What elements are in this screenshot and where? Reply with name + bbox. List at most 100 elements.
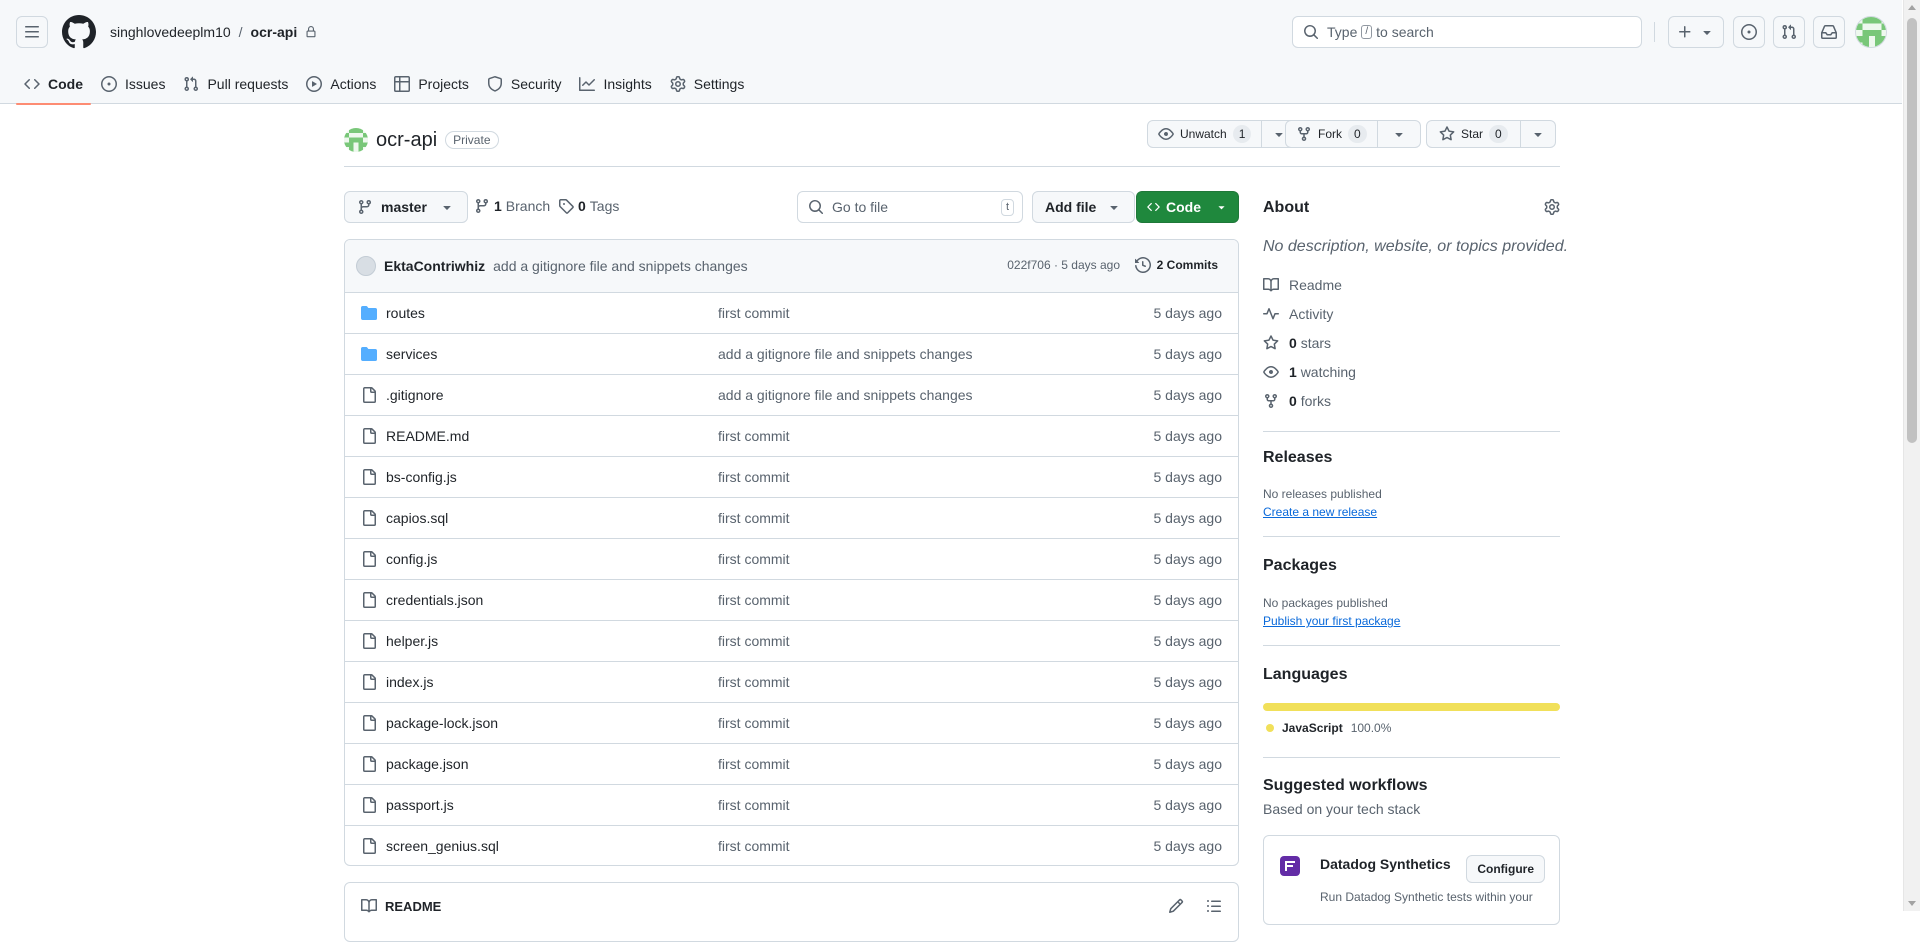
file-row[interactable]: package.json first commit 5 days ago <box>345 744 1238 785</box>
file-commit-message[interactable]: add a gitignore file and snippets change… <box>718 387 973 403</box>
hamburger-button[interactable] <box>16 16 48 48</box>
configure-button[interactable]: Configure <box>1466 855 1545 883</box>
file-row[interactable]: screen_genius.sql first commit 5 days ago <box>345 826 1238 865</box>
owner-link[interactable]: singhlovedeeplm10 <box>110 24 231 40</box>
repo-title[interactable]: ocr-api <box>376 129 437 152</box>
branches-link[interactable]: 1 Branch <box>474 198 550 214</box>
file-name[interactable]: screen_genius.sql <box>386 838 499 854</box>
file-name[interactable]: credentials.json <box>386 592 483 608</box>
file-name[interactable]: bs-config.js <box>386 469 457 485</box>
star-count: 0 <box>1489 125 1508 143</box>
file-commit-message[interactable]: first commit <box>718 838 790 854</box>
unwatch-button[interactable]: Unwatch 1 <box>1147 120 1263 148</box>
gear-icon[interactable] <box>1544 199 1560 215</box>
file-row[interactable]: routes first commit 5 days ago <box>345 293 1238 334</box>
file-name[interactable]: README.md <box>386 428 469 444</box>
tab-code[interactable]: Code <box>16 64 91 105</box>
file-name[interactable]: capios.sql <box>386 510 448 526</box>
releases-title[interactable]: Releases <box>1263 449 1332 467</box>
commit-sha-time[interactable]: 022f706 · 5 days ago <box>1007 258 1120 272</box>
tab-insights[interactable]: Insights <box>571 64 659 104</box>
scroll-up-arrow-icon[interactable] <box>1908 5 1916 10</box>
file-name[interactable]: services <box>386 346 437 362</box>
commits-link[interactable]: 2 Commits <box>1134 257 1218 273</box>
file-commit-message[interactable]: first commit <box>718 428 790 444</box>
tab-projects[interactable]: Projects <box>386 64 477 104</box>
eye-icon <box>1263 366 1279 378</box>
inbox-button[interactable] <box>1813 16 1845 48</box>
file-row[interactable]: passport.js first commit 5 days ago <box>345 785 1238 826</box>
pull-requests-button[interactable] <box>1773 16 1805 48</box>
file-commit-message[interactable]: first commit <box>718 592 790 608</box>
forks-link[interactable]: 0 forks <box>1263 393 1331 409</box>
file-name[interactable]: .gitignore <box>386 387 444 403</box>
branch-selector[interactable]: master <box>344 191 468 223</box>
activity-link[interactable]: Activity <box>1263 306 1333 322</box>
create-release-link[interactable]: Create a new release <box>1263 505 1377 519</box>
file-name[interactable]: config.js <box>386 551 437 567</box>
star-dropdown-button[interactable] <box>1520 120 1556 148</box>
commit-author[interactable]: EktaContriwhiz <box>384 258 485 274</box>
file-commit-message[interactable]: first commit <box>718 469 790 485</box>
file-commit-message[interactable]: first commit <box>718 674 790 690</box>
sidebar-divider <box>1263 757 1560 758</box>
file-name[interactable]: routes <box>386 305 425 321</box>
add-file-button[interactable]: Add file <box>1032 191 1136 223</box>
file-name[interactable]: passport.js <box>386 797 454 813</box>
tab-issues[interactable]: Issues <box>93 64 173 104</box>
tab-pull-requests[interactable]: Pull requests <box>175 64 296 104</box>
file-commit-message[interactable]: first commit <box>718 797 790 813</box>
file-commit-date: 5 days ago <box>1153 715 1223 731</box>
readme-link[interactable]: Readme <box>1263 277 1342 293</box>
user-avatar[interactable] <box>1855 16 1887 48</box>
file-commit-message[interactable]: first commit <box>718 756 790 772</box>
file-row[interactable]: config.js first commit 5 days ago <box>345 539 1238 580</box>
github-logo-icon[interactable] <box>62 15 96 49</box>
file-row[interactable]: index.js first commit 5 days ago <box>345 662 1238 703</box>
commit-message[interactable]: add a gitignore file and snippets change… <box>493 258 748 274</box>
scroll-down-arrow-icon[interactable] <box>1908 901 1916 906</box>
file-row[interactable]: .gitignore add a gitignore file and snipp… <box>345 375 1238 416</box>
watching-link[interactable]: 1 watching <box>1263 364 1356 380</box>
file-row[interactable]: services add a gitignore file and snippet… <box>345 334 1238 375</box>
file-commit-message[interactable]: first commit <box>718 551 790 567</box>
pencil-icon[interactable] <box>1168 898 1184 914</box>
file-row[interactable]: helper.js first commit 5 days ago <box>345 621 1238 662</box>
publish-package-link[interactable]: Publish your first package <box>1263 614 1400 628</box>
language-item[interactable]: JavaScript 100.0% <box>1263 721 1391 735</box>
go-to-file-input[interactable]: Go to file t <box>797 191 1023 223</box>
file-name[interactable]: package-lock.json <box>386 715 498 731</box>
commit-author-avatar[interactable] <box>356 256 376 276</box>
list-icon[interactable] <box>1206 898 1222 914</box>
tags-link[interactable]: 0 Tags <box>558 198 619 214</box>
tab-security[interactable]: Security <box>479 64 570 104</box>
search-input[interactable]: Type / to search <box>1292 16 1642 48</box>
file-row[interactable]: credentials.json first commit 5 days ago <box>345 580 1238 621</box>
repo-link[interactable]: ocr-api <box>251 24 298 40</box>
issues-button[interactable] <box>1733 16 1765 48</box>
create-new-button[interactable] <box>1668 16 1724 48</box>
file-row[interactable]: capios.sql first commit 5 days ago <box>345 498 1238 539</box>
fork-button[interactable]: Fork 0 <box>1285 120 1378 148</box>
file-row[interactable]: bs-config.js first commit 5 days ago <box>345 457 1238 498</box>
owner-avatar[interactable] <box>344 128 368 152</box>
file-name[interactable]: helper.js <box>386 633 438 649</box>
file-commit-message[interactable]: first commit <box>718 715 790 731</box>
file-row[interactable]: README.md first commit 5 days ago <box>345 416 1238 457</box>
tab-actions[interactable]: Actions <box>298 64 384 104</box>
stars-link[interactable]: 0 stars <box>1263 335 1331 351</box>
page-scrollbar[interactable] <box>1903 0 1920 911</box>
file-commit-message[interactable]: add a gitignore file and snippets change… <box>718 346 973 362</box>
file-name[interactable]: package.json <box>386 756 469 772</box>
file-row[interactable]: package-lock.json first commit 5 days ago <box>345 703 1238 744</box>
star-button[interactable]: Star 0 <box>1426 120 1521 148</box>
file-commit-message[interactable]: first commit <box>718 510 790 526</box>
file-commit-message[interactable]: first commit <box>718 633 790 649</box>
file-name[interactable]: index.js <box>386 674 433 690</box>
scrollbar-thumb[interactable] <box>1907 18 1917 443</box>
code-button[interactable]: Code <box>1136 191 1239 223</box>
fork-dropdown-button[interactable] <box>1377 120 1421 148</box>
tab-settings[interactable]: Settings <box>662 64 753 104</box>
file-commit-message[interactable]: first commit <box>718 305 790 321</box>
packages-title[interactable]: Packages <box>1263 557 1337 575</box>
